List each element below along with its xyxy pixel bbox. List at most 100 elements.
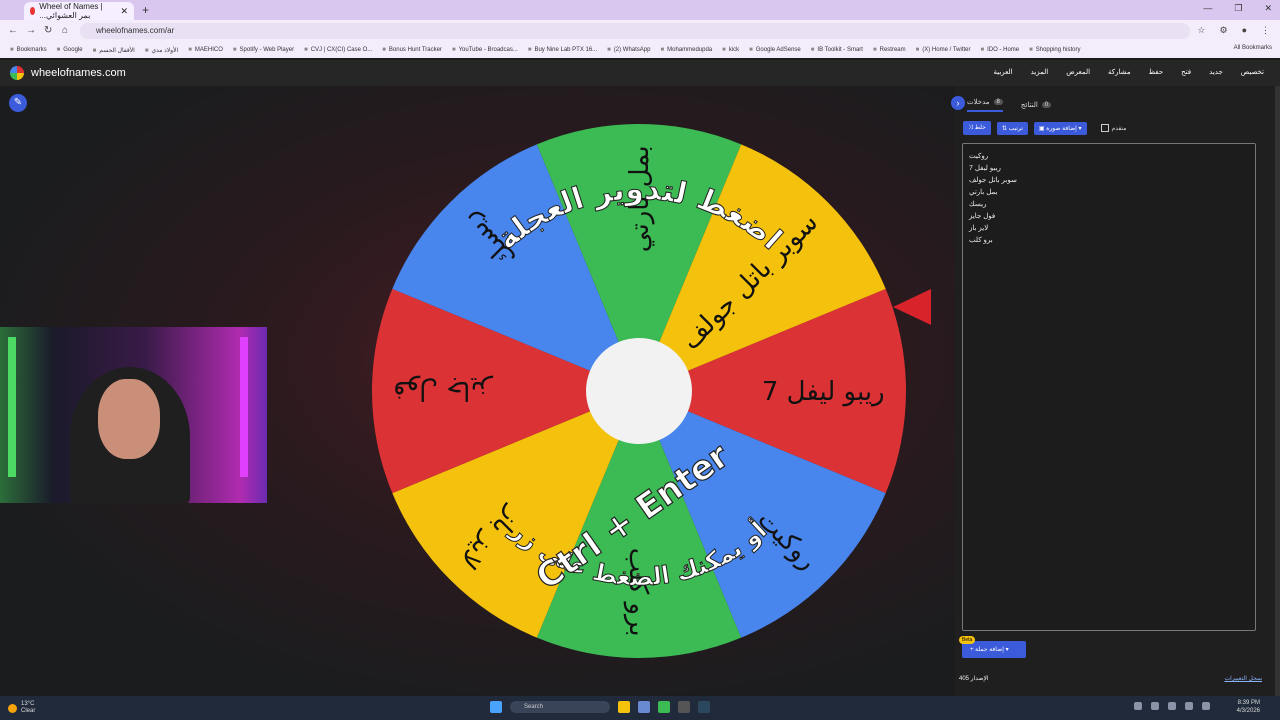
bookmark-item[interactable]: الأولاد مدي (145, 47, 178, 54)
bookmark-item[interactable]: Google (57, 47, 82, 53)
clock-date: 4/3/2026 (1236, 708, 1260, 714)
clock-time: 8:39 PM (1237, 700, 1260, 706)
forward-icon[interactable]: → (26, 25, 36, 36)
bookmark-item[interactable]: Mohammedupda (660, 47, 712, 53)
chrome-icon[interactable] (658, 701, 670, 713)
rgb-light-left (8, 337, 16, 477)
sort-label: ترتيب (1008, 125, 1023, 132)
all-bookmarks[interactable]: All Bookmarks (1234, 45, 1272, 51)
obs-icon[interactable] (678, 701, 690, 713)
shuffle-label: خلط (974, 125, 986, 131)
bookmark-item[interactable]: (2) WhatsApp (607, 47, 651, 53)
weather-widget[interactable]: 13°C Clear (8, 701, 35, 715)
tray-icon-1[interactable] (1134, 702, 1142, 710)
wheel-favicon-icon (30, 7, 36, 15)
bookmark-item[interactable]: IB Toolkit - Smart (811, 47, 863, 53)
start-icon[interactable] (490, 701, 502, 713)
address-bar-row: ← → ↻ ⌂ wheelofnames.com/ar ☆ ⚙ ● ⋮ (0, 20, 1280, 42)
tray-icon-2[interactable] (1151, 702, 1159, 710)
extensions-area: ☆ ⚙ ● ⋮ (1197, 25, 1270, 36)
browser-tab-strip: Wheel of Names | ...بمر العشوائي ✕ + — ❐… (0, 0, 1280, 20)
menu-item[interactable]: فتح (1181, 68, 1191, 76)
menu-item[interactable]: جديد (1209, 68, 1223, 76)
sun-icon (8, 703, 17, 713)
bookmark-item[interactable]: YouTube - Broadcas... (452, 47, 518, 53)
new-tab-icon[interactable]: + (142, 3, 149, 17)
tab-entries[interactable]: مدخلات 8 (967, 98, 1003, 112)
menu-item[interactable]: العربية (993, 68, 1012, 76)
edit-pencil-icon[interactable]: ✎ (9, 94, 27, 112)
changelog-link[interactable]: سجل التغييرات (1224, 675, 1262, 682)
bookmark-item[interactable]: MAEHICO (188, 47, 223, 53)
streamer-face (98, 379, 160, 459)
minimize-icon[interactable]: — (1203, 3, 1212, 14)
url-input[interactable]: wheelofnames.com/ar (80, 23, 1190, 39)
entries-textarea[interactable]: روكيت ريبو ليفل 7 سوبر باتل جولف بمل بارتي ر… (962, 143, 1256, 631)
sort-button[interactable]: ⇅ ترتيب (996, 121, 1028, 135)
volume-icon[interactable] (1202, 702, 1210, 710)
taskbar-apps: Search (490, 701, 710, 713)
brand-name[interactable]: wheelofnames.com (31, 67, 126, 79)
add-image-button[interactable]: ▣ إضافة صورة ▾ (1033, 121, 1087, 135)
menu-item[interactable]: المعرض (1066, 68, 1090, 76)
menu-item[interactable]: تخصيص (1241, 68, 1264, 76)
bookmark-item[interactable]: Bonus Hunt Tracker (382, 47, 442, 53)
tab-title: Wheel of Names | ...بمر العشوائي (39, 2, 103, 20)
panel-tabs: مدخلات 8 النتائج 0 (963, 98, 1052, 112)
home-icon[interactable]: ⌂ (62, 25, 68, 36)
scrollbar[interactable] (1275, 86, 1280, 696)
wifi-icon[interactable] (1185, 702, 1193, 710)
beta-badge: Beta (959, 636, 976, 644)
add-sheet-label: إضافة جملة (975, 647, 1004, 653)
star-icon[interactable]: ☆ (1197, 25, 1205, 36)
bookmark-item[interactable]: الأقفال الحسم (93, 47, 135, 54)
wheel-hub[interactable] (586, 338, 692, 444)
browser-tab[interactable]: Wheel of Names | ...بمر العشوائي ✕ (24, 2, 134, 20)
file-explorer-icon[interactable] (618, 701, 630, 713)
webcam-overlay (0, 327, 267, 503)
weather-temp: 13°C (21, 701, 35, 707)
wheel-segment-label: ريبو ليفل 7 (762, 377, 885, 407)
bookmark-item[interactable]: (X) Home / Twitter (916, 47, 970, 53)
bookmark-item[interactable]: Buy Nine Lab PTX 16... (528, 47, 597, 53)
results-count-badge: 0 (1041, 102, 1052, 108)
tray-icon-3[interactable] (1168, 702, 1176, 710)
bookmark-item[interactable]: Google AdSense (749, 47, 801, 53)
profile-icon[interactable]: ● (1242, 25, 1247, 36)
entry-line: فول جايز (969, 213, 996, 220)
tab-results[interactable]: النتائج 0 (1021, 98, 1052, 112)
bookmark-item[interactable]: Spotify - Web Player (233, 47, 295, 53)
extensions-icon[interactable]: ⚙ (1219, 25, 1227, 36)
bookmark-item[interactable]: Bookmarks (10, 47, 47, 53)
bookmark-item[interactable]: Shopping history (1029, 47, 1081, 53)
menu-item[interactable]: حفظ (1149, 68, 1164, 76)
add-image-label: إضافة صورة (1046, 125, 1077, 132)
menu-item[interactable]: مشاركة (1108, 68, 1131, 76)
bookmark-item[interactable]: IDO - Home (980, 47, 1019, 53)
taskbar-search[interactable]: Search (510, 701, 610, 713)
entries-toolbar: ⤨ خلط ⇅ ترتيب ▣ إضافة صورة ▾ متقدم (963, 121, 1126, 135)
entry-line: ريبو ليفل 7 (969, 165, 1001, 172)
shuffle-button[interactable]: ⤨ خلط (963, 121, 991, 135)
bookmark-item[interactable]: CVJ | CX(CI) Case O... (304, 47, 373, 53)
steam-icon[interactable] (698, 701, 710, 713)
entry-line: ريسك (969, 201, 987, 208)
close-tab-icon[interactable]: ✕ (120, 6, 128, 17)
checkbox-icon (1100, 124, 1109, 132)
advanced-checkbox[interactable]: متقدم (1100, 124, 1127, 132)
bookmark-item[interactable]: kick (722, 47, 739, 53)
weather-condition: Clear (21, 708, 36, 714)
spin-wheel[interactable]: ريبو ليفل 7روكيتبرو كلبلايز بازفول جايزر… (372, 124, 906, 658)
clock[interactable]: 8:39 PM 4/3/2026 (1237, 699, 1260, 715)
edge-icon[interactable] (638, 701, 650, 713)
back-icon[interactable]: ← (8, 25, 18, 36)
menu-item[interactable]: المزيد (1031, 68, 1049, 76)
advanced-label: متقدم (1111, 125, 1127, 132)
close-window-icon[interactable]: ✕ (1264, 3, 1272, 14)
browser-menu-icon[interactable]: ⋮ (1261, 25, 1270, 36)
bookmark-item[interactable]: Restream (873, 47, 906, 53)
wheel-pointer-icon (893, 289, 931, 325)
maximize-icon[interactable]: ❐ (1234, 3, 1242, 14)
reload-icon[interactable]: ↻ (44, 25, 52, 36)
app-header: wheelofnames.com تخصيص جديد فتح حفظ مشاركة ال… (0, 60, 1280, 86)
